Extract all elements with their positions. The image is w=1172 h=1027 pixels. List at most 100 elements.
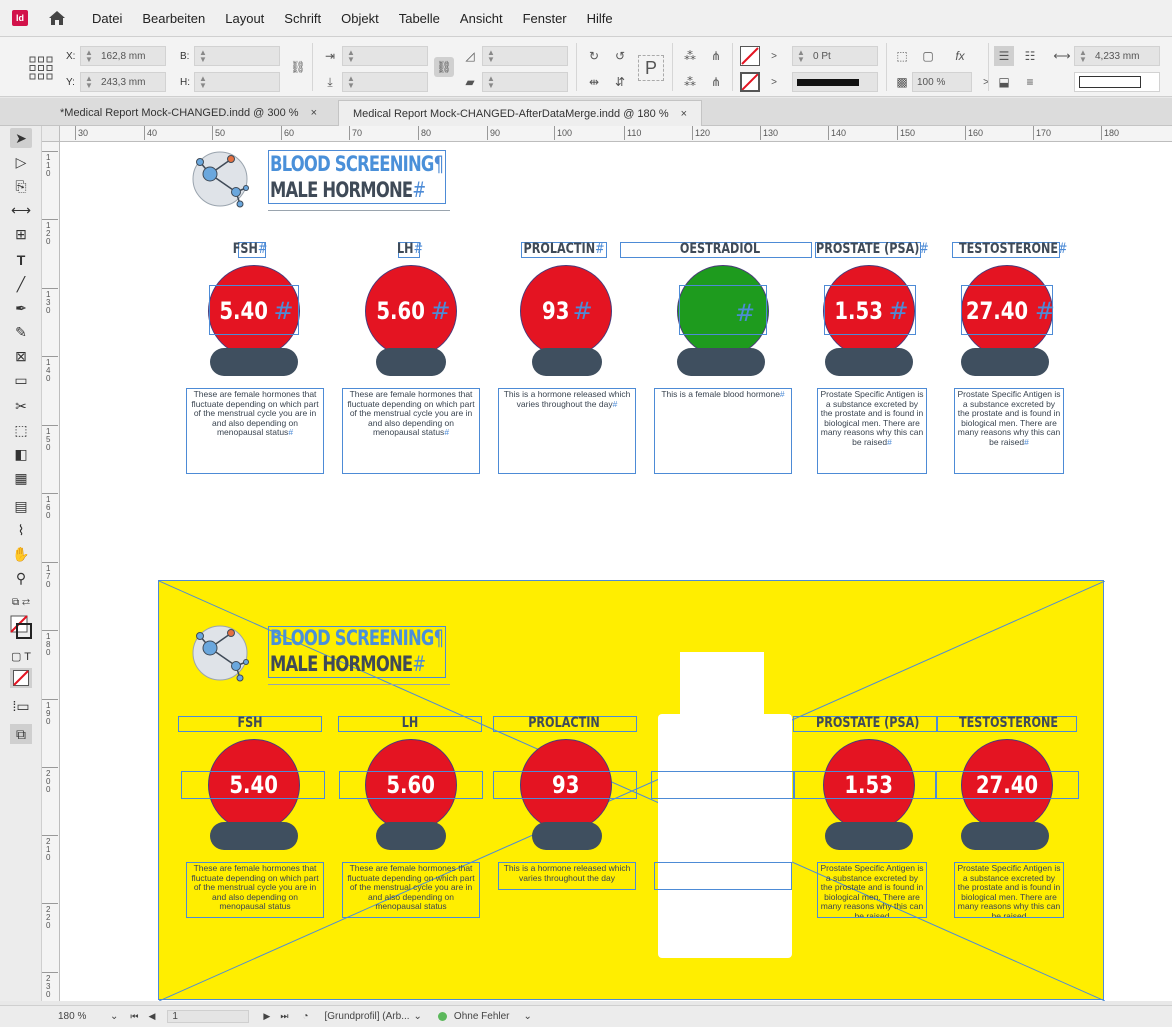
description-fsh[interactable]: These are female hormones that fluctuate… [186,862,324,918]
free-transform-tool-icon[interactable]: ⬚ [10,420,32,440]
open-spread-icon[interactable]: ◔ [302,1011,308,1022]
value-frame[interactable] [493,771,637,799]
close-icon[interactable]: × [681,108,687,120]
description-lh[interactable]: These are female hormones that fluctuate… [342,862,480,918]
fill-none-icon[interactable] [740,46,760,66]
pencil-tool-icon[interactable]: ✎ [10,322,32,342]
selection-tool-icon[interactable]: ➤ [10,128,32,148]
value-frame[interactable] [339,771,483,799]
preflight-dropdown-icon[interactable]: ⌄ [524,1011,532,1022]
select-container-icon[interactable]: ⁂ [680,46,700,66]
spinner-icon[interactable]: ▲ ▼ [85,49,93,64]
auto-fit-icon[interactable]: ⬓ [994,72,1014,92]
stroke-weight-field[interactable]: ▲ ▼ 0 Pt [792,46,878,66]
select-previous-object-icon[interactable]: ⋔ [706,72,726,92]
scissors-tool-icon[interactable]: ✂ [10,396,32,416]
menu-hilfe[interactable]: Hilfe [577,11,623,26]
reference-point-icon[interactable] [28,55,54,81]
description-testosterone[interactable]: Prostate Specific Antigen is a substance… [954,862,1064,918]
formatting-container-icon[interactable]: ▢ T [10,646,32,666]
style-select[interactable] [1074,72,1160,92]
close-icon[interactable]: × [311,107,317,119]
spinner-icon[interactable]: ▲ ▼ [347,75,355,90]
description-psa[interactable]: Prostate Specific Antigen is a substance… [817,862,927,918]
menu-datei[interactable]: Datei [82,11,132,26]
page-tool-icon[interactable]: ⎘ [10,176,32,196]
scale-x-field[interactable]: ▲ ▼ [342,46,428,66]
value-frame[interactable] [793,771,937,799]
spinner-icon[interactable]: ▲ ▼ [487,49,495,64]
menu-bearbeiten[interactable]: Bearbeiten [132,11,215,26]
pen-tool-icon[interactable]: ✒ [10,298,32,318]
value-frame[interactable] [961,285,1053,335]
menu-fenster[interactable]: Fenster [513,11,577,26]
align-center-icon[interactable]: ≡ [1020,72,1040,92]
spinner-icon[interactable]: ▲ ▼ [797,49,805,64]
menu-objekt[interactable]: Objekt [331,11,389,26]
zoom-tool-icon[interactable]: ⚲ [10,568,32,588]
menu-ansicht[interactable]: Ansicht [450,11,513,26]
value-frame[interactable] [679,285,767,335]
spinner-icon[interactable]: ▲ ▼ [487,75,495,90]
frame-icon[interactable]: ▢ [918,46,938,66]
document-canvas[interactable]: BLOOD SCREENING¶ MALE HORMONE# FSH# LH# … [60,142,1172,1001]
scale-y-field[interactable]: ▲ ▼ [342,72,428,92]
eyedropper-tool-icon[interactable]: ⌇ [10,520,32,540]
menu-layout[interactable]: Layout [215,11,274,26]
description-prolactin[interactable]: This is a hormone released which varies … [498,862,636,890]
content-collector-icon[interactable]: ⊞ [10,224,32,244]
x-position-field[interactable]: ▲ ▼ 162,8 mm [80,46,166,66]
direct-selection-tool-icon[interactable]: ▷ [10,152,32,172]
text-wrap-none-icon[interactable]: ☰ [994,46,1014,66]
opacity-dropdown-icon[interactable]: > [976,72,996,92]
apply-none-icon[interactable] [10,668,32,688]
shear-field[interactable]: ▲ ▼ [482,72,568,92]
zoom-dropdown-icon[interactable]: ⌄ [110,1011,118,1022]
spinner-icon[interactable]: ▲ ▼ [199,49,207,64]
mode-normal-icon[interactable]: ⁞▭ [10,696,32,716]
text-wrap-bounding-icon[interactable]: ☷ [1020,46,1040,66]
rectangle-frame-tool-icon[interactable]: ⊠ [10,346,32,366]
last-page-icon[interactable]: ⏭ [280,1011,288,1022]
hand-tool-icon[interactable]: ✋ [10,544,32,564]
stroke-type-select[interactable] [792,72,878,92]
height-field[interactable]: ▲ ▼ [194,72,280,92]
page-number-field[interactable]: 1 [167,1010,250,1023]
preflight-status[interactable]: Ohne Fehler [454,1011,510,1022]
menu-tabelle[interactable]: Tabelle [389,11,450,26]
drop-shadow-icon[interactable]: ⬚ [892,46,912,66]
rectangle-tool-icon[interactable]: ▭ [10,370,32,390]
y-position-field[interactable]: ▲ ▼ 243,3 mm [80,72,166,92]
line-tool-icon[interactable]: ╱ [10,274,32,294]
description-testosterone[interactable]: Prostate Specific Antigen is a substance… [954,388,1064,474]
select-content-icon[interactable]: ⁂ [680,72,700,92]
value-frame[interactable] [824,285,916,335]
spinner-icon[interactable]: ▲ ▼ [85,75,93,90]
fill-stroke-swatch-icon[interactable] [10,614,32,640]
menu-schrift[interactable]: Schrift [274,11,331,26]
first-page-icon[interactable]: ⏮ [130,1011,138,1022]
gap-tool-icon[interactable]: ⟷ [10,200,32,220]
rotate-clockwise-icon[interactable]: ↻ [584,46,604,66]
flip-vertical-icon[interactable]: ⇵ [610,72,630,92]
next-page-icon[interactable]: ▶ [263,1011,270,1022]
value-frame[interactable] [935,771,1079,799]
profile-dropdown-icon[interactable]: ⌄ [414,1011,422,1022]
indesign-app-icon[interactable]: Id [12,10,28,26]
tab-medical-report-afterdatamerge[interactable]: Medical Report Mock-CHANGED-AfterDataMer… [338,100,703,126]
default-fill-stroke-icon[interactable]: ⧉ ⇄ [10,592,32,612]
note-tool-icon[interactable]: ▤ [10,496,32,516]
gradient-feather-tool-icon[interactable]: ▦ [10,468,32,488]
rotation-field[interactable]: ▲ ▼ [482,46,568,66]
constrain-proportions-icon[interactable]: ⛓ [288,57,308,77]
select-next-object-icon[interactable]: ⋔ [706,46,726,66]
screen-mode-icon[interactable]: ⧉ [10,724,32,744]
color-profile[interactable]: [Grundprofil] (Arb... [325,1011,410,1022]
description-psa[interactable]: Prostate Specific Antigen is a substance… [817,388,927,474]
gradient-swatch-tool-icon[interactable]: ◧ [10,444,32,464]
description-oestradiol[interactable]: This is a female blood hormone# [654,388,792,474]
path-direction-icon[interactable]: P [638,55,664,81]
flip-horizontal-icon[interactable]: ⇹ [584,72,604,92]
horizontal-ruler[interactable]: 30 40 50 60 70 80 90 100 110 120 130 140… [60,126,1172,142]
width-field[interactable]: ▲ ▼ [194,46,280,66]
